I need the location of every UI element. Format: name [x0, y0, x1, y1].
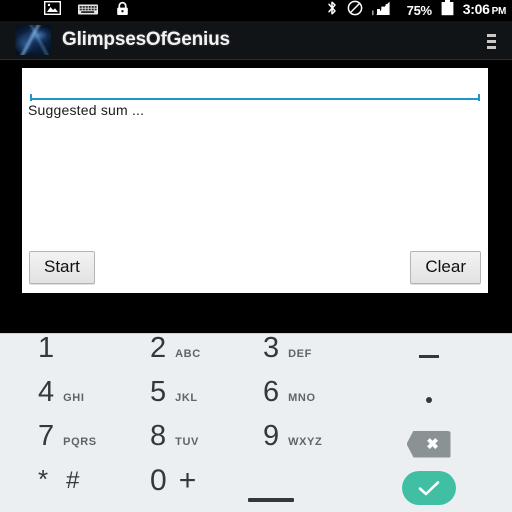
- key-6-digit: 6: [263, 376, 280, 408]
- content-panel: Suggested sum ... Start Clear: [22, 68, 488, 293]
- key-5-digit: 5: [150, 376, 167, 408]
- key-star-glyph: *: [38, 464, 49, 494]
- backspace-icon: ✖: [406, 430, 451, 458]
- numeric-keyboard: 1 2 ABC 3 DEF 4 GHI 5 JKL 6 MNO 7 PQRS 8…: [0, 333, 512, 512]
- signal-bars-icon: [371, 1, 398, 21]
- app-bar: GlimpsesOfGenius: [0, 21, 512, 60]
- key-6[interactable]: 6 MNO: [230, 378, 345, 422]
- clear-button[interactable]: Clear: [410, 251, 481, 284]
- keyboard-row-1: 1 2 ABC 3 DEF: [0, 334, 512, 378]
- key-7[interactable]: 7 PQRS: [0, 422, 115, 466]
- key-2[interactable]: 2 ABC: [115, 334, 230, 378]
- key-9[interactable]: 9 WXYZ: [230, 422, 345, 466]
- key-8[interactable]: 8 TUV: [115, 422, 230, 466]
- key-7-letters: PQRS: [63, 436, 97, 448]
- key-backspace[interactable]: ✖: [345, 422, 512, 466]
- key-1-digit: 1: [38, 332, 55, 364]
- battery-icon: [441, 0, 454, 21]
- key-4-letters: GHI: [63, 392, 85, 404]
- key-9-digit: 9: [263, 420, 280, 452]
- key-3[interactable]: 3 DEF: [230, 334, 345, 378]
- status-bar-left-icons: [0, 0, 130, 21]
- input-underline-tick-left: [30, 94, 32, 101]
- key-4-digit: 4: [38, 376, 55, 408]
- keyboard-icon: [78, 2, 98, 20]
- input-underline-tick-right: [478, 94, 480, 101]
- overflow-dot-1: [486, 33, 496, 37]
- key-period[interactable]: [345, 378, 512, 422]
- keyboard-row-3: 7 PQRS 8 TUV 9 WXYZ ✖: [0, 422, 512, 466]
- key-9-letters: WXYZ: [288, 436, 323, 448]
- lock-icon: [115, 1, 130, 21]
- keyboard-row-4: * # 0 +: [0, 466, 512, 510]
- bluetooth-icon: [326, 0, 338, 21]
- key-8-digit: 8: [150, 420, 167, 452]
- app-logo-icon: [15, 25, 51, 55]
- key-space[interactable]: [230, 466, 345, 510]
- key-8-letters: TUV: [175, 436, 199, 448]
- key-5[interactable]: 5 JKL: [115, 378, 230, 422]
- suggested-sum-label: Suggested sum ...: [28, 102, 145, 118]
- key-1[interactable]: 1: [0, 334, 115, 378]
- enter-check-icon: [401, 471, 456, 505]
- key-3-digit: 3: [263, 332, 280, 364]
- key-6-letters: MNO: [288, 392, 316, 404]
- key-4[interactable]: 4 GHI: [0, 378, 115, 422]
- sum-input[interactable]: [30, 74, 480, 100]
- status-bar-clock: 3:06 PM: [462, 0, 507, 22]
- do-not-disturb-icon: [347, 0, 363, 21]
- key-7-digit: 7: [38, 420, 55, 452]
- keyboard-row-2: 4 GHI 5 JKL 6 MNO: [0, 378, 512, 422]
- overflow-dot-3: [486, 45, 496, 49]
- period-icon: [425, 397, 432, 403]
- clock-time: 3:06: [462, 1, 490, 17]
- key-plus-glyph: +: [178, 464, 197, 497]
- key-star-hash[interactable]: * #: [0, 466, 115, 510]
- app-title: GlimpsesOfGenius: [62, 29, 230, 50]
- key-3-letters: DEF: [288, 348, 312, 360]
- key-2-letters: ABC: [175, 348, 201, 360]
- space-bar-icon: [248, 498, 294, 502]
- status-bar: 75% 3:06 PM: [0, 0, 512, 21]
- overflow-dot-2: [486, 39, 496, 43]
- key-2-digit: 2: [150, 332, 167, 364]
- overflow-menu-button[interactable]: [478, 29, 504, 53]
- battery-percent-label: 75%: [406, 3, 432, 18]
- key-0-digit: 0: [150, 464, 167, 497]
- key-minus[interactable]: [345, 334, 512, 378]
- start-button[interactable]: Start: [29, 251, 95, 284]
- clock-ampm: PM: [491, 6, 507, 17]
- minus-icon: [418, 354, 439, 358]
- key-5-letters: JKL: [175, 392, 198, 404]
- key-enter[interactable]: [345, 466, 512, 510]
- phone-screen: 75% 3:06 PM GlimpsesOfGenius Suggested su…: [0, 0, 512, 512]
- status-bar-right-icons: 75% 3:06 PM: [326, 0, 506, 21]
- image-icon: [43, 0, 62, 20]
- key-hash-glyph: #: [66, 467, 80, 494]
- backspace-x-glyph: ✖: [426, 435, 439, 453]
- key-0-plus[interactable]: 0 +: [115, 466, 230, 510]
